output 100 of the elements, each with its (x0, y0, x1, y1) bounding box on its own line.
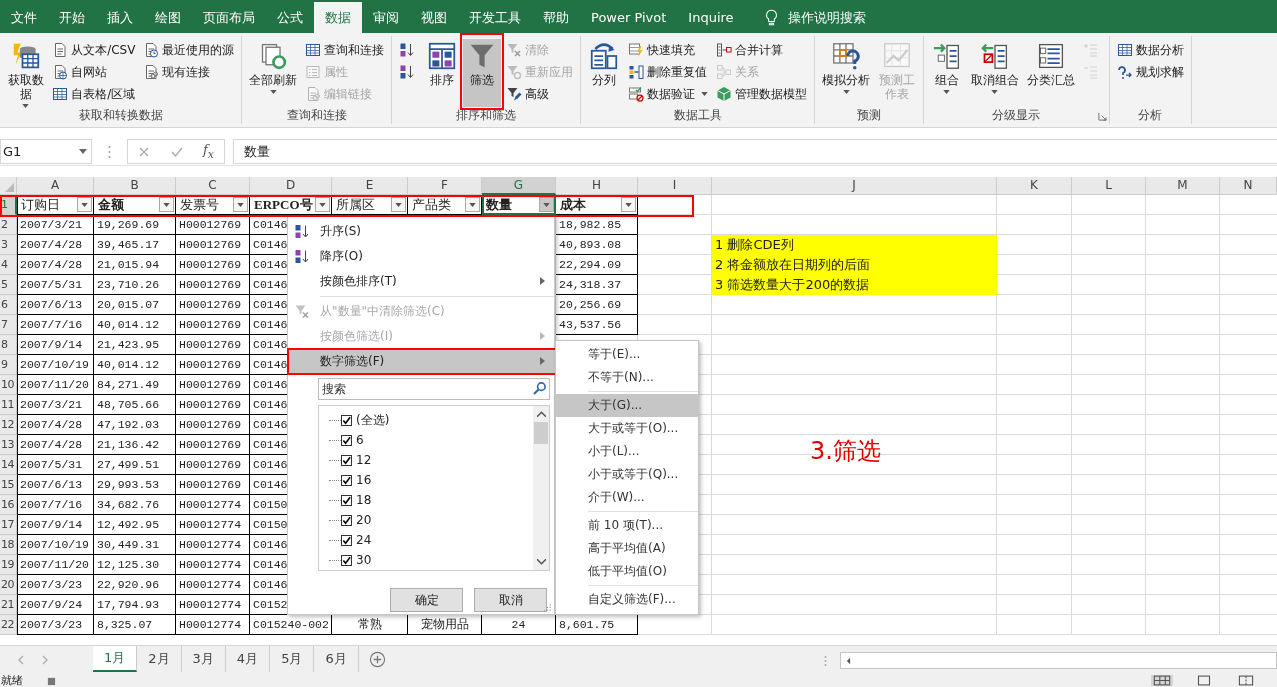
filter-dropdown-button[interactable] (621, 197, 636, 212)
checkbox[interactable] (341, 494, 352, 506)
menu-item[interactable]: 大于(G)... (556, 394, 698, 417)
sheet-tab[interactable]: 1月 (93, 646, 138, 672)
row-header[interactable]: 22 (0, 615, 17, 635)
filter-dropdown-button[interactable] (77, 197, 92, 212)
ribbon-button[interactable]: 快速填充 (625, 39, 712, 61)
filter-dropdown-button[interactable] (315, 197, 330, 212)
checkbox[interactable] (341, 414, 352, 426)
menu-item[interactable]: 前 10 项(T)... (556, 514, 698, 537)
ribbon-button[interactable]: 最近使用的源 (140, 39, 238, 61)
ribbon-button[interactable]: 分列 (585, 39, 624, 107)
row-header[interactable]: 17 (0, 515, 17, 535)
column-header[interactable]: J (712, 177, 997, 195)
row-header[interactable]: 14 (0, 455, 17, 475)
ribbon-tab[interactable]: Power Pivot (580, 2, 678, 33)
sheet-tab[interactable]: 3月 (181, 646, 226, 672)
row-header[interactable]: 13 (0, 435, 17, 455)
ribbon-tab[interactable]: 开始 (48, 2, 96, 33)
row-header[interactable]: 4 (0, 255, 17, 275)
dialog-launcher-icon[interactable] (1097, 112, 1107, 121)
horizontal-scrollbar[interactable] (840, 652, 1277, 669)
scroll-up-icon[interactable] (536, 411, 546, 417)
row-header[interactable]: 3 (0, 235, 17, 255)
column-header[interactable]: L (1072, 177, 1146, 195)
checkbox[interactable] (341, 534, 352, 546)
menu-item[interactable]: 介于(W)... (556, 486, 698, 509)
ribbon-button[interactable]: 模拟分析 (819, 39, 874, 107)
dialog-button[interactable]: 确定 (390, 588, 463, 612)
row-header[interactable]: 5 (0, 275, 17, 295)
insert-function-button[interactable]: f$_{x}$ (202, 142, 214, 161)
column-header[interactable]: G (482, 177, 556, 195)
dialog-button[interactable]: 取消 (474, 588, 547, 612)
menu-item[interactable]: 低于平均值(O) (556, 560, 698, 583)
sheet-tab[interactable]: 6月 (314, 646, 359, 672)
menu-item[interactable]: 小于(L)... (556, 440, 698, 463)
filter-dropdown-button[interactable] (465, 197, 480, 212)
sheet-tab[interactable]: 5月 (270, 646, 315, 672)
ribbon-tab[interactable]: 开发工具 (458, 2, 532, 33)
ribbon-button[interactable]: 数据分析 (1113, 39, 1187, 61)
ribbon-button[interactable]: 规划求解 (1113, 61, 1187, 83)
ribbon-button[interactable]: 合并计算 (713, 39, 811, 61)
ribbon-button[interactable]: 查询和连接 (302, 39, 388, 61)
column-header[interactable]: N (1220, 177, 1277, 195)
row-header[interactable]: 21 (0, 595, 17, 615)
column-header[interactable]: B (94, 177, 176, 195)
column-header[interactable]: K (997, 177, 1072, 195)
filter-dropdown-button[interactable] (159, 197, 174, 212)
row-header[interactable]: 16 (0, 495, 17, 515)
search-help-field[interactable]: 操作说明搜索 (787, 2, 866, 33)
checkbox[interactable] (341, 454, 352, 466)
menu-item[interactable]: 大于或等于(O)... (556, 417, 698, 440)
ribbon-button[interactable]: 自网站 (49, 61, 139, 83)
normal-view-icon[interactable] (1151, 675, 1173, 686)
ribbon-button[interactable]: 管理数据模型 (713, 83, 811, 105)
filter-dropdown-button[interactable] (539, 197, 554, 212)
filter-dropdown-button[interactable] (391, 197, 406, 212)
ribbon-button[interactable]: 获取数据 (4, 39, 48, 107)
splitter-handle-icon[interactable] (824, 655, 827, 667)
ribbon-button[interactable]: 删除重复值 (625, 61, 712, 83)
column-header[interactable]: H (556, 177, 638, 195)
filter-dropdown-button[interactable] (233, 197, 248, 212)
column-header[interactable]: F (408, 177, 482, 195)
ribbon-tab[interactable]: 数据 (314, 2, 362, 33)
ribbon-button[interactable]: 全部刷新 (246, 39, 301, 107)
drag-handle-icon[interactable] (108, 144, 111, 159)
sheet-tab[interactable]: 2月 (137, 646, 182, 672)
name-box[interactable]: G1 (0, 139, 92, 164)
search-field[interactable]: 搜索 (318, 378, 550, 400)
row-header[interactable]: 19 (0, 555, 17, 575)
record-macro-icon[interactable] (47, 677, 56, 686)
row-header[interactable]: 11 (0, 395, 17, 415)
menu-item[interactable]: 自定义筛选(F)... (556, 588, 698, 611)
row-header[interactable]: 15 (0, 475, 17, 495)
column-header[interactable]: E (332, 177, 408, 195)
row-header[interactable]: 12 (0, 415, 17, 435)
menu-item[interactable]: 等于(E)... (556, 343, 698, 366)
row-header[interactable]: 9 (0, 355, 17, 375)
ribbon-button[interactable]: 排序 (423, 39, 462, 107)
ribbon-button[interactable]: 分类汇总 (1023, 39, 1078, 107)
add-sheet-icon[interactable] (368, 651, 386, 668)
ribbon-tab[interactable]: 审阅 (362, 2, 410, 33)
checkbox[interactable] (341, 434, 352, 446)
ribbon-button[interactable]: 组合 (927, 39, 966, 107)
ribbon-button[interactable]: 自表格/区域 (49, 83, 139, 105)
ribbon-tab[interactable]: 插入 (96, 2, 144, 33)
ribbon-button[interactable]: 取消组合 (967, 39, 1022, 107)
ribbon-button[interactable]: 高级 (503, 83, 577, 105)
ribbon-tab[interactable]: 视图 (410, 2, 458, 33)
menu-item[interactable]: 高于平均值(A) (556, 537, 698, 560)
ribbon-tab[interactable]: 文件 (0, 2, 48, 33)
ribbon-tab[interactable]: Inquire (677, 2, 745, 33)
menu-item[interactable]: 数字筛选(F) (288, 349, 554, 374)
ribbon-tab[interactable]: 帮助 (532, 2, 580, 33)
column-header[interactable]: A (17, 177, 94, 195)
formula-field[interactable]: 数量 (233, 139, 1277, 164)
column-header[interactable]: C (176, 177, 250, 195)
checkbox[interactable] (341, 474, 352, 486)
ribbon-button[interactable]: 从文本/CSV (49, 39, 139, 61)
scrollbar[interactable] (533, 406, 549, 570)
